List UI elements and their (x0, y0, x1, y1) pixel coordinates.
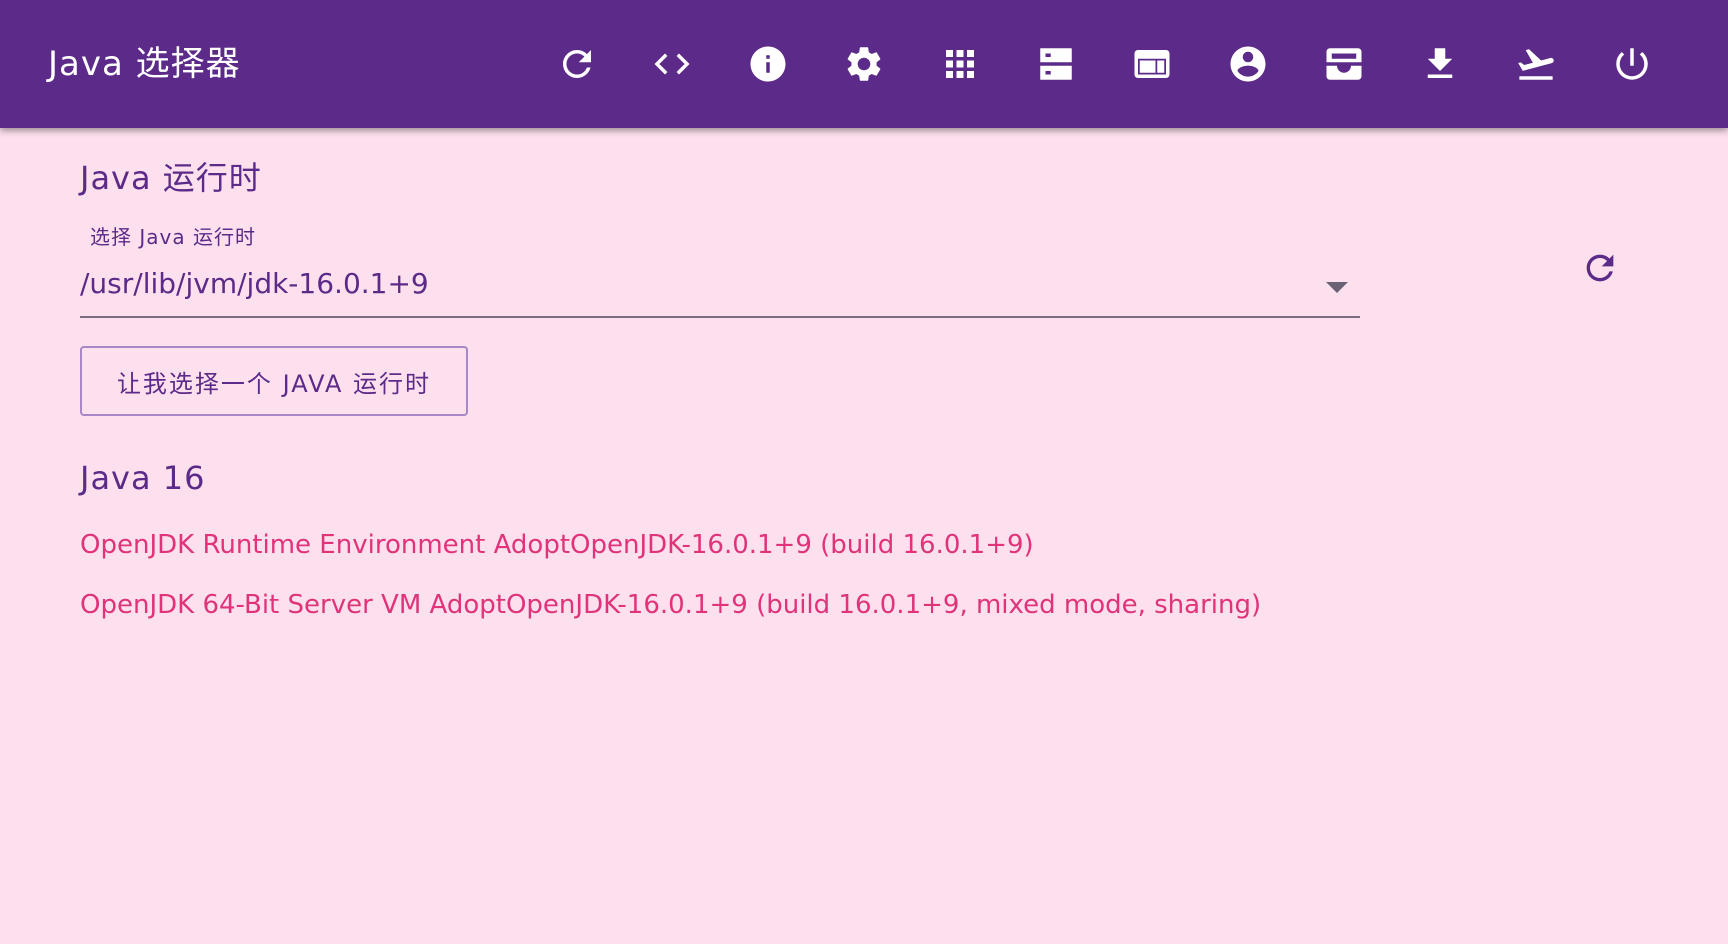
power-button[interactable] (1608, 40, 1656, 88)
section-title: Java 运行时 (80, 159, 262, 197)
selected-runtime-value: /usr/lib/jvm/jdk-16.0.1+9 (80, 267, 429, 300)
inbox-button[interactable] (1320, 40, 1368, 88)
runtime-environment-line: OpenJDK Runtime Environment AdoptOpenJDK… (80, 530, 1034, 560)
apps-grid-icon (946, 50, 974, 78)
apps-button[interactable] (936, 40, 984, 88)
app-bar: Java 选择器 (0, 0, 1728, 128)
account-circle-icon (1230, 46, 1266, 82)
java-version-title: Java 16 (80, 459, 206, 497)
app-title: Java 选择器 (48, 44, 241, 84)
flight-takeoff-icon (1518, 49, 1554, 80)
refresh-runtimes-button[interactable] (1578, 246, 1622, 290)
account-button[interactable] (1224, 40, 1272, 88)
storage-icon (1040, 48, 1072, 80)
refresh-icon (1586, 254, 1614, 282)
server-vm-line: OpenJDK 64-Bit Server VM AdoptOpenJDK-16… (80, 590, 1262, 620)
code-icon (654, 53, 690, 75)
java-runtime-select[interactable]: /usr/lib/jvm/jdk-16.0.1+9 (80, 256, 1360, 318)
web-asset-icon (1134, 50, 1170, 78)
web-asset-button[interactable] (1128, 40, 1176, 88)
info-button[interactable] (744, 40, 792, 88)
choose-runtime-button[interactable]: 让我选择一个 JAVA 运行时 (80, 346, 468, 416)
download-icon (1427, 48, 1453, 78)
select-label: 选择 Java 运行时 (90, 225, 256, 249)
settings-icon (847, 47, 881, 81)
code-button[interactable] (648, 40, 696, 88)
inbox-icon (1326, 48, 1362, 80)
refresh-icon (563, 50, 591, 78)
power-icon (1616, 48, 1648, 80)
dropdown-arrow-icon (1326, 282, 1348, 293)
download-button[interactable] (1416, 40, 1464, 88)
settings-button[interactable] (840, 40, 888, 88)
refresh-button[interactable] (553, 40, 601, 88)
storage-button[interactable] (1032, 40, 1080, 88)
flight-takeoff-button[interactable] (1512, 40, 1560, 88)
info-icon (750, 46, 786, 82)
main-content: Java 运行时 选择 Java 运行时 /usr/lib/jvm/jdk-16… (0, 128, 1728, 944)
